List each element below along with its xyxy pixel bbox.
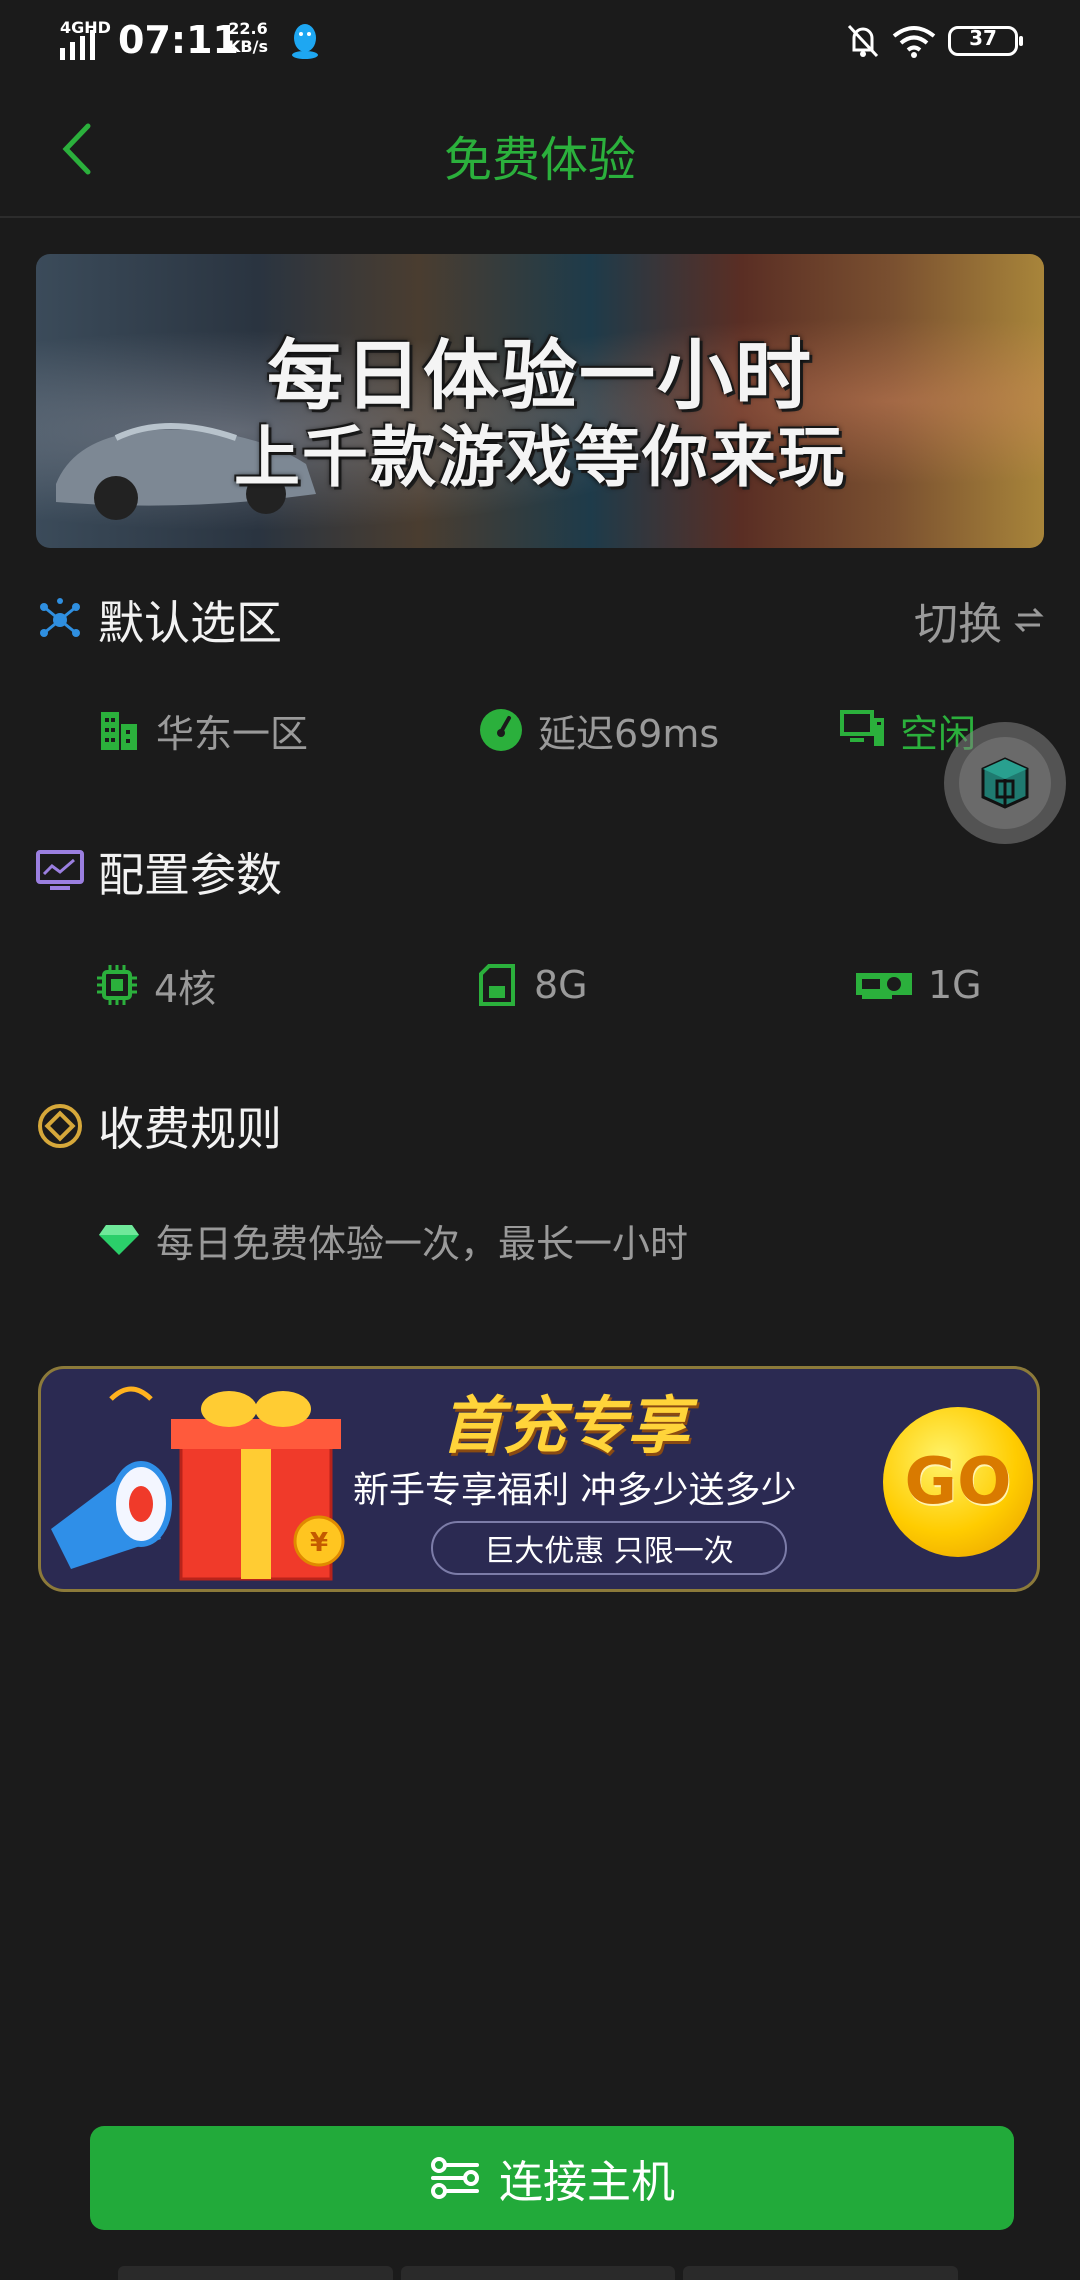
memory-info: 8G bbox=[474, 955, 588, 1015]
promo-pill: 巨大优惠 只限一次 bbox=[431, 1521, 787, 1575]
latency-value: 延迟69ms bbox=[538, 711, 720, 756]
battery-icon: 37 bbox=[948, 26, 1023, 56]
hero-banner[interactable]: 每日体验一小时 上千款游戏等你来玩 bbox=[36, 254, 1044, 548]
zone-info: 华东一区 bbox=[96, 700, 308, 760]
memory-value: 8G bbox=[534, 963, 588, 1007]
bottom-nav-strip bbox=[118, 2266, 959, 2280]
computer-icon bbox=[840, 707, 886, 753]
switch-label: 切换 bbox=[914, 599, 1002, 650]
status-bar: 4GHD 07:11 22.6 KB/s 37 bbox=[0, 0, 1080, 84]
connect-label: 连接主机 bbox=[499, 2157, 675, 2208]
coin-icon bbox=[36, 1102, 84, 1150]
switch-region-button[interactable]: 切换 bbox=[914, 590, 1044, 650]
network-speed: 22.6 KB/s bbox=[228, 20, 268, 56]
billing-rule: 每日免费体验一次，最长一小时 bbox=[96, 1210, 688, 1270]
connect-host-button[interactable]: 连接主机 bbox=[90, 2126, 1014, 2230]
cube-icon bbox=[959, 737, 1051, 829]
connect-icon bbox=[431, 2157, 479, 2199]
promo-subtitle: 新手专享福利 冲多少送多少 bbox=[353, 1470, 797, 1511]
qq-icon bbox=[292, 24, 318, 59]
region-section-header: 默认选区 bbox=[36, 590, 282, 650]
banner-subheadline: 上千款游戏等你来玩 bbox=[234, 419, 846, 496]
go-button[interactable]: GO bbox=[883, 1407, 1033, 1557]
diamond-icon bbox=[96, 1217, 142, 1263]
billing-title: 收费规则 bbox=[98, 1102, 282, 1156]
speedometer-icon bbox=[478, 707, 524, 753]
signal-icon bbox=[60, 30, 95, 60]
cpu-info: 4核 bbox=[94, 955, 216, 1015]
network-nodes-icon bbox=[36, 596, 84, 644]
billing-rule-text: 每日免费体验一次，最长一小时 bbox=[156, 1221, 689, 1266]
battery-level: 37 bbox=[969, 26, 997, 50]
cpu-chip-icon bbox=[94, 962, 140, 1008]
speed-value: 22.6 bbox=[228, 19, 268, 38]
config-section-header: 配置参数 bbox=[36, 842, 282, 902]
floating-assistant-button[interactable] bbox=[944, 722, 1066, 844]
billing-section-header: 收费规则 bbox=[36, 1096, 282, 1156]
mute-bell-icon bbox=[847, 24, 879, 58]
coin-symbol: ¥ bbox=[310, 1528, 328, 1558]
config-info-row: 4核 8G 1G bbox=[0, 955, 1080, 1015]
latency-info: 延迟69ms bbox=[478, 700, 719, 760]
gift-megaphone-image: ¥ bbox=[51, 1386, 345, 1581]
region-info-row: 华东一区 延迟69ms 空闲 bbox=[0, 700, 1080, 760]
memory-card-icon bbox=[474, 962, 520, 1008]
nav-tab-1[interactable] bbox=[118, 2266, 393, 2280]
nav-tab-3[interactable] bbox=[683, 2266, 959, 2280]
graphics-card-icon bbox=[854, 962, 914, 1008]
region-title: 默认选区 bbox=[98, 596, 282, 650]
speed-unit: KB/s bbox=[228, 37, 268, 56]
cpu-value: 4核 bbox=[154, 966, 217, 1011]
gpu-value: 1G bbox=[928, 963, 982, 1007]
wifi-icon bbox=[892, 26, 936, 58]
first-recharge-banner[interactable]: ¥ 首充专享 新手专享福利 冲多少送多少 巨大优惠 只限一次 GO bbox=[38, 1366, 1040, 1592]
zone-name: 华东一区 bbox=[156, 711, 309, 756]
config-title: 配置参数 bbox=[98, 848, 282, 902]
app-bar: 免费体验 bbox=[0, 84, 1080, 218]
page-title: 免费体验 bbox=[443, 132, 636, 188]
clock: 07:11 bbox=[118, 18, 239, 62]
building-icon bbox=[96, 707, 142, 753]
nav-tab-2[interactable] bbox=[400, 2266, 676, 2280]
gpu-info: 1G bbox=[854, 955, 982, 1015]
swap-arrows-icon bbox=[1014, 607, 1044, 633]
monitor-chart-icon bbox=[36, 848, 84, 896]
promo-title: 首充专享 bbox=[441, 1389, 690, 1462]
